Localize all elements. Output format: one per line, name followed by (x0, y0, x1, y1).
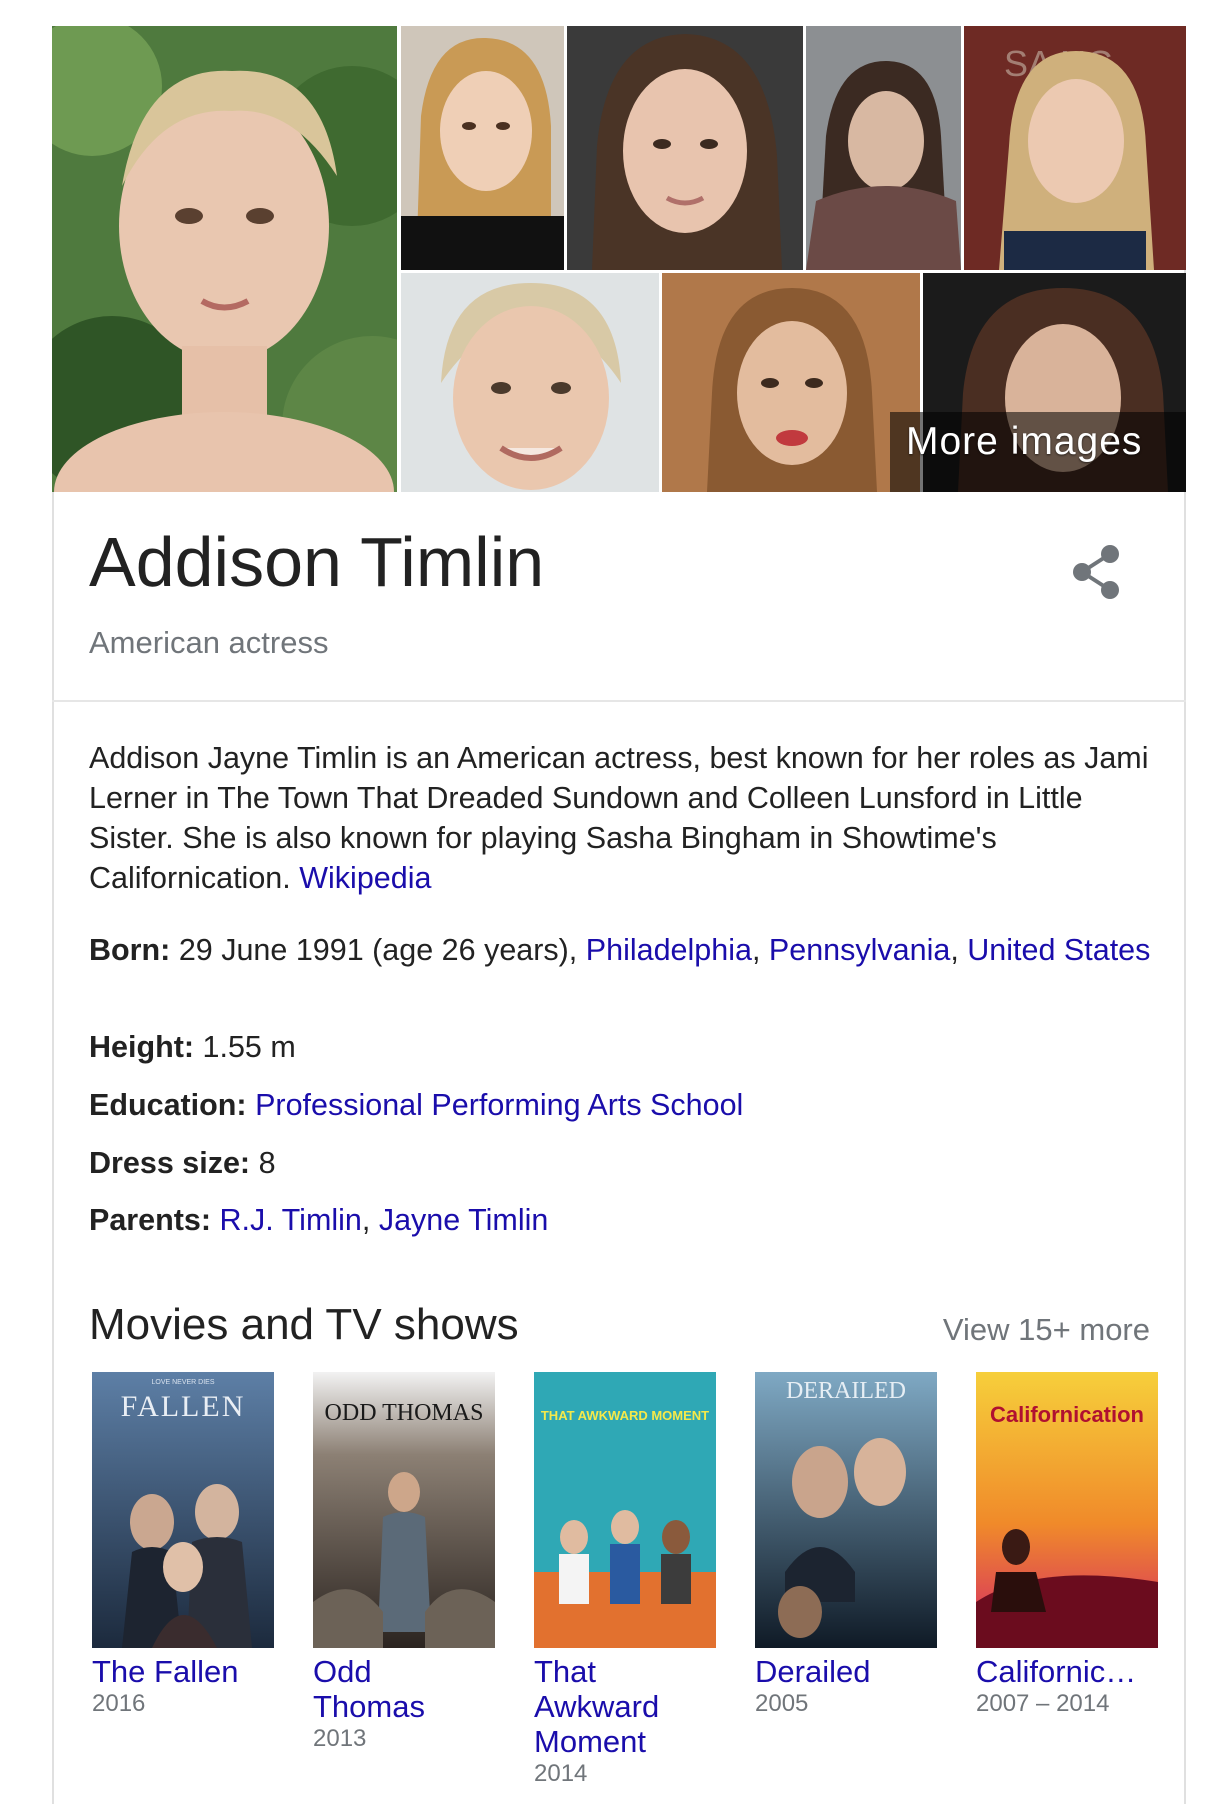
gallery-image-4[interactable] (806, 26, 961, 270)
poster-title-text: ODD THOMAS (325, 1400, 484, 1426)
movie-card[interactable]: DERAILED Derailed 2005 (755, 1372, 937, 1719)
view-more-link[interactable]: View 15+ more (943, 1312, 1150, 1348)
education-link[interactable]: Professional Performing Arts School (255, 1088, 743, 1122)
movie-card[interactable]: LOVE NEVER DIES FALLEN The Fallen 2016 (92, 1372, 274, 1719)
fact-dress-size-value: 8 (258, 1146, 276, 1180)
fact-born-label: Born: (89, 933, 171, 967)
movie-year: 2016 (92, 1690, 146, 1717)
fact-born: Born: 29 June 1991 (age 26 years), Phila… (89, 933, 1151, 967)
movie-title-line[interactable]: Californic… (976, 1654, 1158, 1689)
fact-parents: Parents: R.J. Timlin, Jayne Timlin (89, 1203, 549, 1237)
movie-card[interactable]: Californication Californic… 2007 – 2014 (976, 1372, 1158, 1719)
fact-parents-label: Parents: (89, 1203, 212, 1237)
more-images-label[interactable]: More images (906, 420, 1142, 464)
fact-height-value: 1.55 m (202, 1030, 296, 1064)
poster-title-text: Californication (990, 1402, 1144, 1427)
gallery-image-6[interactable] (401, 273, 659, 492)
entity-subtitle: American actress (89, 625, 329, 660)
movie-title-line[interactable]: The Fallen (92, 1654, 274, 1689)
poster-title-text: FALLEN (121, 1390, 246, 1423)
movie-poster-derailed[interactable]: DERAILED (755, 1372, 937, 1648)
gallery-image-5[interactable]: SA NG (964, 26, 1186, 270)
entity-title: Addison Timlin (89, 523, 545, 601)
movie-poster-the-fallen[interactable]: LOVE NEVER DIES FALLEN (92, 1372, 274, 1648)
wikipedia-link[interactable]: Wikipedia (299, 861, 431, 895)
born-link-state[interactable]: Pennsylvania (769, 933, 950, 967)
movies-section-title: Movies and TV shows (89, 1300, 519, 1349)
born-link-city[interactable]: Philadelphia (586, 933, 752, 967)
born-link-country[interactable]: United States (967, 933, 1150, 967)
movie-title-line[interactable]: Odd (313, 1654, 495, 1689)
movie-poster-californication[interactable]: Californication (976, 1372, 1158, 1648)
movie-title-line[interactable]: Derailed (755, 1654, 937, 1689)
movie-title-line[interactable]: That (534, 1654, 716, 1689)
header-divider (52, 700, 1186, 702)
poster-title-text: DERAILED (786, 1378, 906, 1404)
movie-year: 2014 (534, 1760, 588, 1787)
parent-link-1[interactable]: R.J. Timlin (220, 1203, 362, 1237)
movie-title-line[interactable]: Awkward (534, 1689, 716, 1724)
gallery-image-3[interactable] (567, 26, 803, 270)
fact-height: Height: 1.55 m (89, 1027, 1159, 1067)
movie-title-line[interactable]: Thomas (313, 1689, 495, 1724)
movie-poster-odd-thomas[interactable]: ODD THOMAS (313, 1372, 495, 1648)
movie-card[interactable]: ODD THOMAS Odd Thomas 2013 (313, 1372, 495, 1754)
fact-born-value: 29 June 1991 (age 26 years), (178, 933, 578, 967)
poster-title-text: THAT AWKWARD MOMENT (541, 1408, 709, 1423)
fact-education: Education: Professional Performing Arts … (89, 1085, 1159, 1125)
fact-height-label: Height: (89, 1030, 195, 1064)
gallery-image-2[interactable] (401, 26, 564, 270)
fact-dress-size: Dress size: 8 (89, 1143, 1159, 1183)
poster-small-text: LOVE NEVER DIES (151, 1379, 214, 1386)
fact-education-label: Education: (89, 1088, 247, 1122)
movie-year: 2007 – 2014 (976, 1690, 1110, 1717)
parent-link-2[interactable]: Jayne Timlin (379, 1203, 549, 1237)
fact-dress-size-label: Dress size: (89, 1146, 251, 1180)
movie-year: 2013 (313, 1725, 367, 1752)
movie-card[interactable]: THAT AWKWARD MOMENT That Awkward Moment … (534, 1372, 716, 1789)
movie-year: 2005 (755, 1690, 809, 1717)
main-portrait-image[interactable] (52, 26, 397, 492)
movie-poster-that-awkward-moment[interactable]: THAT AWKWARD MOMENT (534, 1372, 716, 1648)
share-icon[interactable] (1070, 542, 1126, 602)
description: Addison Jayne Timlin is an American actr… (89, 738, 1159, 898)
gallery-image-7[interactable] (662, 273, 920, 492)
description-text: Addison Jayne Timlin is an American actr… (89, 741, 1149, 895)
movie-title-line[interactable]: Moment (534, 1724, 716, 1759)
